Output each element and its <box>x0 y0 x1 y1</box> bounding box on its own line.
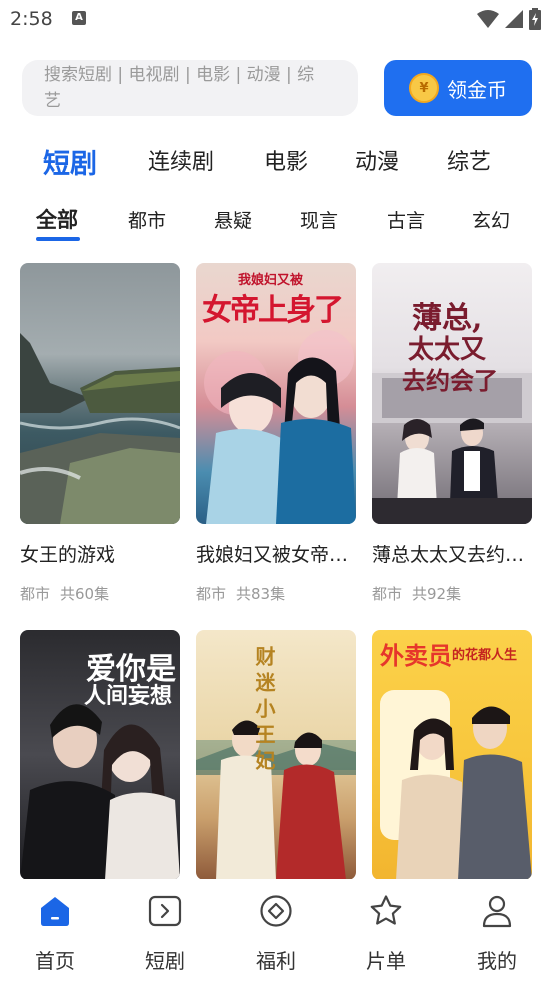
drama-title: 我娘妇又被女帝… <box>196 544 349 566</box>
home-icon <box>41 897 69 926</box>
drama-genre: 都市 <box>196 585 227 603</box>
drama-episodes: 共92集 <box>412 585 462 603</box>
signal-icon <box>505 10 523 28</box>
search-row: 搜索短剧 | 电视剧 | 电影 | 动漫 | 综 艺 ¥ 领金币 <box>22 60 532 117</box>
drama-title: 薄总太太又去约… <box>372 544 525 566</box>
status-bar: 2:58 A <box>0 0 553 40</box>
nav-mine-label: 我的 <box>477 949 517 973</box>
genre-active-indicator <box>36 237 80 241</box>
coin-icon: ¥ <box>409 73 439 103</box>
poster-title-line2: 人间妄想 <box>84 683 173 709</box>
drama-card[interactable]: 女王的游戏 都市 共60集 <box>20 263 180 603</box>
get-coins-button[interactable]: ¥ 领金币 <box>384 60 532 116</box>
nav-home[interactable]: 首页 <box>15 893 95 974</box>
gift-icon <box>260 895 292 927</box>
notification-a-icon: A <box>72 11 86 25</box>
nav-short-drama-label: 短剧 <box>145 949 185 973</box>
search-placeholder-line1: 搜索短剧 | 电视剧 | 电影 | 动漫 | 综 <box>44 65 315 85</box>
drama-meta: 都市 共92集 <box>372 583 461 604</box>
drama-card[interactable]: 财迷小王妃 <box>196 630 356 880</box>
battery-icon <box>529 8 541 30</box>
drama-poster[interactable]: 薄总, 太太又 去约会了 <box>372 263 532 524</box>
drama-poster[interactable]: 爱你是 人间妄想 <box>20 630 180 880</box>
drama-poster[interactable]: 我娘妇又被 女帝上身了 <box>196 263 356 524</box>
drama-card[interactable]: 爱你是 人间妄想 <box>20 630 180 880</box>
drama-meta: 都市 共60集 <box>20 583 109 604</box>
nav-playlist[interactable]: 片单 <box>346 893 426 974</box>
category-tabs: 短剧 连续剧 电影 动漫 综艺 <box>0 138 553 182</box>
poster-title-line3: 去约会了 <box>402 366 498 395</box>
wifi-icon <box>477 10 499 28</box>
tab-movie[interactable]: 电影 <box>264 144 308 176</box>
drama-card[interactable]: 薄总, 太太又 去约会了 薄总太太又去约… 都市 共92集 <box>372 263 532 603</box>
poster-title: 外卖员 <box>380 641 452 670</box>
search-input[interactable]: 搜索短剧 | 电视剧 | 电影 | 动漫 | 综 艺 <box>22 60 358 116</box>
tab-variety[interactable]: 综艺 <box>447 144 491 176</box>
get-coins-label: 领金币 <box>447 77 507 102</box>
genre-fantasy[interactable]: 玄幻 <box>472 206 510 233</box>
search-placeholder-line2: 艺 <box>44 91 61 111</box>
poster-subtitle: 的花都人生 <box>452 648 518 663</box>
drama-episodes: 共60集 <box>60 585 110 603</box>
genre-urban[interactable]: 都市 <box>128 206 166 233</box>
genre-ancient-romance[interactable]: 古言 <box>387 206 425 233</box>
drama-poster[interactable] <box>20 263 180 524</box>
drama-card[interactable]: 我娘妇又被 女帝上身了 我娘妇又被女帝… 都市 共83集 <box>196 263 356 603</box>
drama-episodes: 共83集 <box>236 585 286 603</box>
drama-meta: 都市 共83集 <box>196 583 285 604</box>
nav-welfare-label: 福利 <box>256 949 296 973</box>
tab-short-drama[interactable]: 短剧 <box>43 142 97 181</box>
genre-all[interactable]: 全部 <box>36 204 78 234</box>
nav-welfare[interactable]: 福利 <box>236 893 316 974</box>
poster-title: 女帝上身了 <box>202 293 344 328</box>
nav-mine[interactable]: 我的 <box>457 893 537 974</box>
bottom-nav: 首页 短剧 福利 片单 我的 <box>0 879 553 984</box>
genre-suspense[interactable]: 悬疑 <box>214 206 252 233</box>
tab-anime[interactable]: 动漫 <box>355 144 399 176</box>
nav-home-label: 首页 <box>35 949 75 973</box>
drama-poster[interactable]: 财迷小王妃 <box>196 630 356 880</box>
drama-card[interactable]: 外卖员 的花都人生 <box>372 630 532 880</box>
drama-genre: 都市 <box>20 585 51 603</box>
star-icon <box>370 895 402 925</box>
genre-tabs: 全部 都市 悬疑 现言 古言 玄幻 <box>0 204 553 244</box>
drama-genre: 都市 <box>372 585 403 603</box>
poster-title: 财迷小王妃 <box>252 646 276 776</box>
drama-poster[interactable]: 外卖员 的花都人生 <box>372 630 532 880</box>
status-time: 2:58 <box>10 8 53 30</box>
play-icon <box>148 895 182 927</box>
nav-playlist-label: 片单 <box>366 949 406 973</box>
nav-short-drama[interactable]: 短剧 <box>125 893 205 974</box>
drama-title: 女王的游戏 <box>20 544 116 566</box>
genre-modern-romance[interactable]: 现言 <box>300 206 338 233</box>
tab-tv-series[interactable]: 连续剧 <box>148 144 214 176</box>
status-icons <box>477 8 541 30</box>
user-icon <box>482 895 512 928</box>
